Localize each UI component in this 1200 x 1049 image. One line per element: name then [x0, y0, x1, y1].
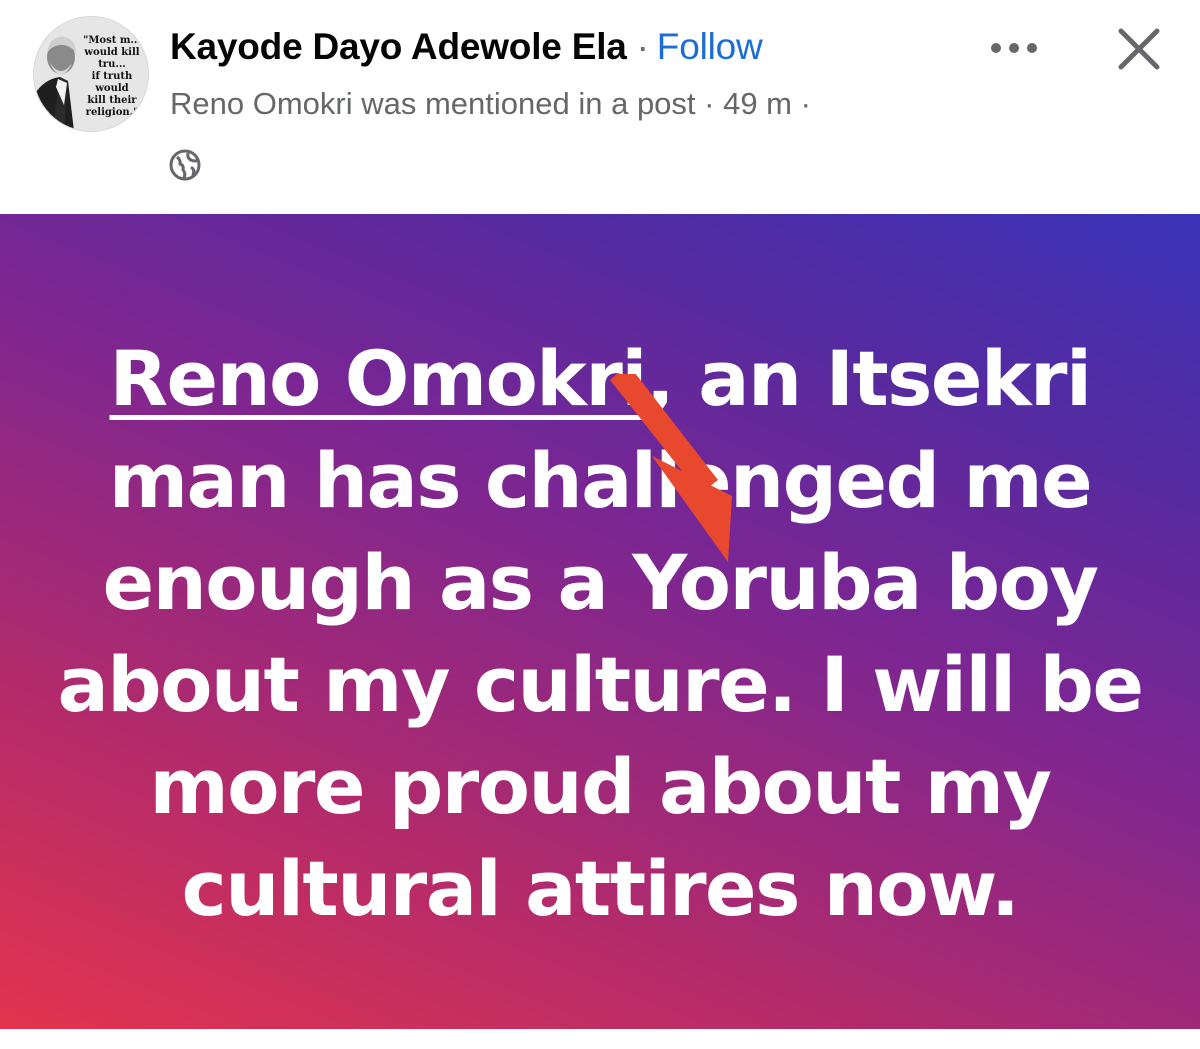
separator-dot: · — [636, 26, 649, 67]
close-icon[interactable] — [1114, 24, 1164, 74]
author-avatar[interactable]: "Most m... would kill tru... if truth wo… — [33, 16, 149, 132]
post-subtitle: Reno Omokri was mentioned in a post · 49… — [170, 86, 811, 121]
post-header: "Most m... would kill tru... if truth wo… — [0, 0, 1200, 214]
author-line: Kayode Dayo Adewole Ela · Follow — [170, 22, 763, 72]
follow-button[interactable]: Follow — [657, 26, 763, 68]
post-content: Reno Omokri, an Itsekri man has challeng… — [0, 214, 1200, 1029]
mention-link[interactable]: Reno Omokri — [109, 334, 647, 423]
avatar-quote-text: "Most m... would kill tru... if truth wo… — [83, 35, 141, 118]
red-arrow-icon — [610, 374, 732, 562]
more-options-icon[interactable] — [988, 36, 1040, 60]
post-view: "Most m... would kill tru... if truth wo… — [0, 0, 1200, 1049]
author-name[interactable]: Kayode Dayo Adewole Ela — [170, 26, 627, 68]
footer-divider — [0, 1029, 1200, 1049]
globe-icon — [169, 149, 201, 181]
